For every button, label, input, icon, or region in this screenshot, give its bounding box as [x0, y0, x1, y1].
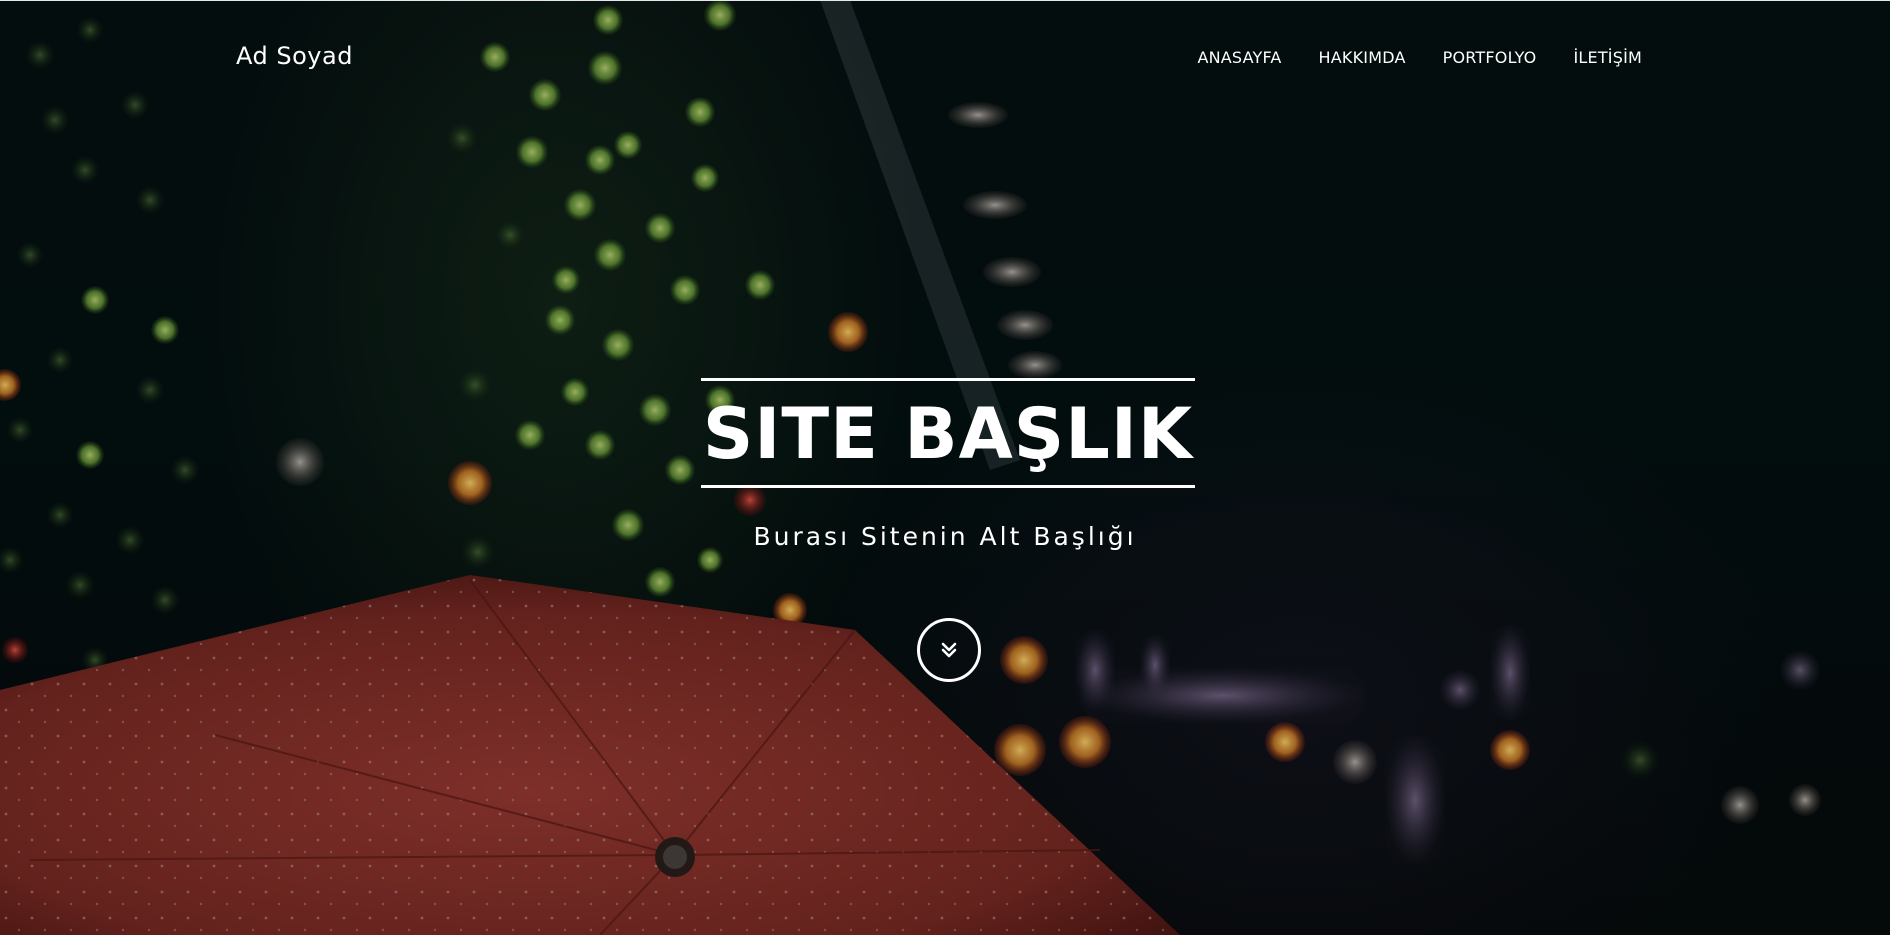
brand-logo-link[interactable]: Ad Soyad: [236, 42, 353, 70]
nav-item-portfolyo: PORTFOLYO: [1443, 48, 1537, 68]
nav-item-anasayfa: ANASAYFA: [1197, 48, 1281, 68]
nav-item-iletisim: İLETİŞİM: [1573, 48, 1642, 68]
top-border-line: [0, 0, 1890, 1]
hero-title: SITE BAŞLIK: [702, 393, 1194, 475]
scroll-down-button[interactable]: [917, 618, 981, 682]
hero-subtitle: Burası Sitenin Alt Başlığı: [753, 522, 1137, 551]
nav-link-anasayfa[interactable]: ANASAYFA: [1197, 48, 1281, 67]
nav-link-portfolyo[interactable]: PORTFOLYO: [1443, 48, 1537, 67]
nav-link-hakkimda[interactable]: HAKKIMDA: [1319, 48, 1406, 67]
main-navigation: ANASAYFA HAKKIMDA PORTFOLYO İLETİŞİM: [1197, 48, 1642, 68]
nav-item-hakkimda: HAKKIMDA: [1319, 48, 1406, 68]
double-chevron-down-icon: [941, 642, 957, 658]
hero-title-block: SITE BAŞLIK: [701, 378, 1195, 488]
nav-link-iletisim[interactable]: İLETİŞİM: [1573, 48, 1642, 67]
